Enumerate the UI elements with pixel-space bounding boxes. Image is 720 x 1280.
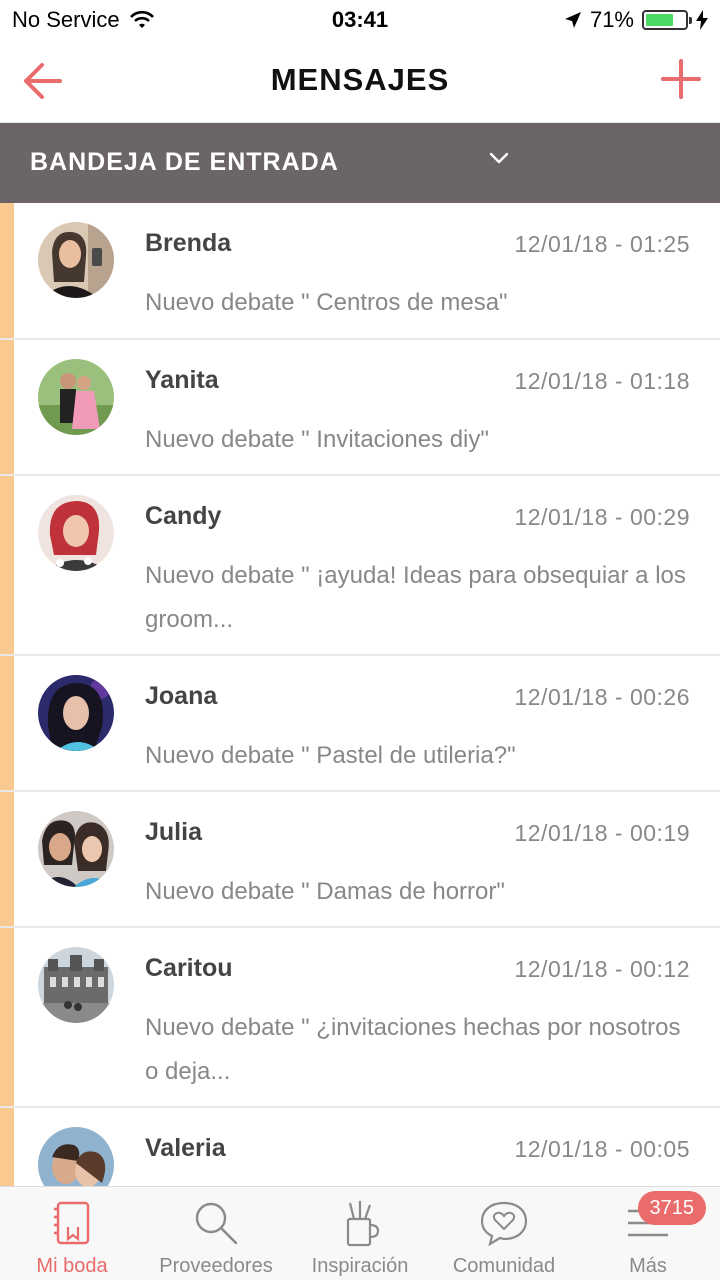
message-date: 12/01/18 - 00:19 bbox=[514, 820, 690, 846]
location-arrow-icon bbox=[564, 12, 581, 28]
sender-name: Candy bbox=[145, 502, 222, 530]
avatar bbox=[38, 811, 114, 887]
tab-label: Comunidad bbox=[452, 1255, 556, 1277]
search-icon bbox=[195, 1202, 238, 1245]
tab-mi-boda[interactable]: Mi boda bbox=[0, 1187, 144, 1280]
avatar bbox=[38, 495, 114, 571]
battery-fill bbox=[646, 14, 673, 26]
avatar bbox=[38, 359, 114, 435]
unread-marker bbox=[0, 1108, 14, 1186]
tab-label: Proveedores bbox=[159, 1255, 273, 1277]
message-row[interactable]: Joana 12/01/18 - 00:26 Nuevo debate " Pa… bbox=[0, 656, 720, 792]
unread-marker bbox=[0, 476, 14, 654]
sender-name: Yanita bbox=[145, 366, 219, 394]
status-right: 71% bbox=[564, 7, 708, 33]
sender-name: Caritou bbox=[145, 954, 233, 982]
message-preview: Nuevo debate " Centros de mesa" bbox=[145, 289, 508, 316]
avatar bbox=[38, 675, 114, 751]
notebook-icon bbox=[54, 1201, 90, 1245]
pencil-cup-icon bbox=[346, 1201, 380, 1247]
unread-marker bbox=[0, 792, 14, 926]
message-date: 12/01/18 - 00:26 bbox=[514, 684, 690, 710]
unread-marker bbox=[0, 203, 14, 338]
nav-bar: MENSAJES bbox=[0, 40, 720, 123]
tab-label: Más bbox=[629, 1255, 667, 1277]
page-title: MENSAJES bbox=[270, 62, 450, 97]
message-date: 12/01/18 - 01:18 bbox=[514, 368, 690, 394]
tab-inspiracion[interactable]: Inspiración bbox=[288, 1187, 432, 1280]
message-preview: Nuevo debate " Invitaciones diy" bbox=[145, 426, 489, 453]
chevron-down-icon bbox=[489, 152, 509, 164]
unread-marker bbox=[0, 928, 14, 1106]
notification-badge: 3715 bbox=[637, 1191, 706, 1225]
tab-label: Inspiración bbox=[311, 1255, 409, 1277]
avatar bbox=[38, 222, 114, 298]
tab-mas[interactable]: Más 3715 bbox=[576, 1187, 720, 1280]
message-list: Brenda 12/01/18 - 01:25 Nuevo debate " C… bbox=[0, 203, 720, 1186]
chat-heart-icon bbox=[480, 1201, 528, 1247]
message-row[interactable]: Candy 12/01/18 - 00:29 Nuevo debate " ¡a… bbox=[0, 476, 720, 656]
tab-comunidad[interactable]: Comunidad bbox=[432, 1187, 576, 1280]
avatar bbox=[38, 1127, 114, 1186]
tab-bar: Mi boda Proveedores Inspiración Comunida… bbox=[0, 1186, 720, 1280]
message-date: 12/01/18 - 00:29 bbox=[514, 504, 690, 530]
message-date: 12/01/18 - 00:05 bbox=[514, 1136, 690, 1162]
message-row[interactable]: Yanita 12/01/18 - 01:18 Nuevo debate " I… bbox=[0, 340, 720, 476]
sender-name: Julia bbox=[145, 818, 202, 846]
message-row[interactable]: Caritou 12/01/18 - 00:12 Nuevo debate " … bbox=[0, 928, 720, 1108]
inbox-selector[interactable]: BANDEJA DE ENTRADA bbox=[0, 123, 720, 203]
tab-proveedores[interactable]: Proveedores bbox=[144, 1187, 288, 1280]
tab-label: Mi boda bbox=[36, 1255, 108, 1277]
sender-name: Brenda bbox=[145, 229, 232, 257]
message-preview: Nuevo debate " Damas de horror" bbox=[145, 878, 505, 905]
message-preview: Nuevo debate " ¡ayuda! Ideas para obsequ… bbox=[145, 562, 686, 633]
inbox-label: BANDEJA DE ENTRADA bbox=[30, 148, 339, 176]
unread-marker bbox=[0, 340, 14, 474]
sender-name: Joana bbox=[145, 682, 218, 710]
message-row[interactable]: Brenda 12/01/18 - 01:25 Nuevo debate " C… bbox=[0, 203, 720, 340]
message-preview: Nuevo debate " ¿invitaciones hechas por … bbox=[145, 1014, 681, 1085]
message-row[interactable]: Valeria 12/01/18 - 00:05 bbox=[0, 1108, 720, 1186]
charging-bolt-icon bbox=[696, 10, 708, 30]
message-date: 12/01/18 - 00:12 bbox=[514, 956, 690, 982]
add-icon[interactable] bbox=[660, 58, 702, 100]
sender-name: Valeria bbox=[145, 1134, 226, 1162]
message-preview: Nuevo debate " Pastel de utileria?" bbox=[145, 742, 516, 769]
unread-marker bbox=[0, 656, 14, 790]
status-bar: No Service 03:41 71% bbox=[0, 0, 720, 40]
message-row[interactable]: Julia 12/01/18 - 00:19 Nuevo debate " Da… bbox=[0, 792, 720, 928]
battery-percent: 71% bbox=[589, 7, 634, 32]
message-date: 12/01/18 - 01:25 bbox=[514, 231, 690, 257]
avatar bbox=[38, 947, 114, 1023]
battery-icon bbox=[642, 10, 692, 30]
